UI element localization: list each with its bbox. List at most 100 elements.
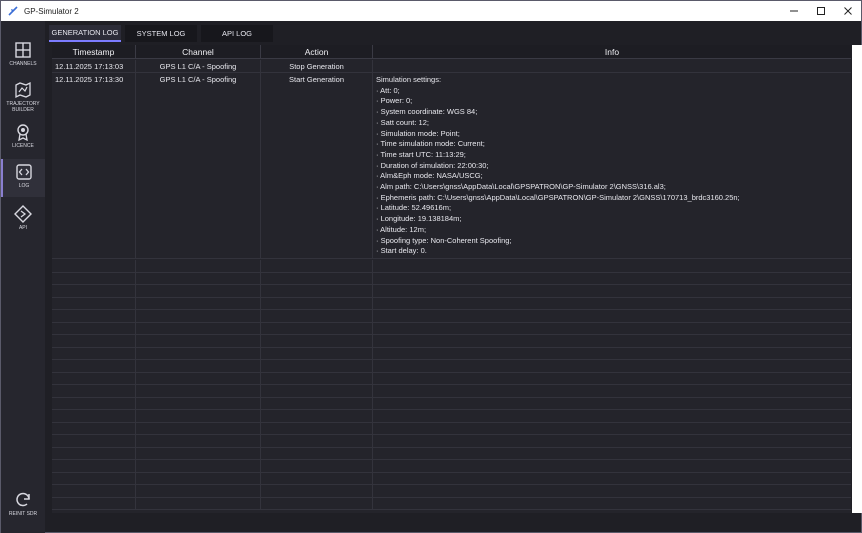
empty-cell: [261, 397, 373, 409]
empty-cell: [52, 322, 136, 334]
empty-cell: [261, 297, 373, 309]
empty-cell: [136, 360, 261, 372]
channels-icon: [15, 42, 31, 58]
empty-cell: [52, 260, 136, 272]
empty-cell: [261, 385, 373, 397]
empty-cell: [136, 497, 261, 509]
empty-cell: [52, 372, 136, 384]
maximize-button[interactable]: [807, 1, 835, 21]
empty-table-row: [52, 297, 851, 310]
column-header-channel[interactable]: Channel: [136, 45, 261, 59]
close-button[interactable]: [834, 1, 862, 21]
log-tabs: GENERATION LOG SYSTEM LOG API LOG: [49, 25, 277, 42]
sidebar-item-channels[interactable]: CHANNELS: [1, 37, 45, 75]
sidebar-item-trajectory-builder[interactable]: TRAJECTORY BUILDER: [1, 77, 45, 115]
empty-cell: [136, 285, 261, 297]
empty-cell: [52, 297, 136, 309]
sidebar-item-log[interactable]: LOG: [1, 159, 45, 197]
empty-table-row: [52, 322, 851, 335]
info-line: · Alm path: C:\Users\gnss\AppData\Local\…: [376, 182, 666, 192]
empty-cell: [52, 285, 136, 297]
timestamp-cell: 12.11.2025 17:13:03: [52, 60, 136, 72]
info-line: · Time start UTC: 11:13:29;: [376, 149, 466, 159]
empty-table-row: [52, 310, 851, 323]
info-line: · Att: 0;: [376, 85, 400, 95]
empty-cell: [136, 335, 261, 347]
sidebar-item-api[interactable]: API: [1, 201, 45, 239]
tab-system-log[interactable]: SYSTEM LOG: [125, 25, 197, 42]
empty-cell: [52, 435, 136, 447]
empty-cell: [136, 272, 261, 284]
reinit-sdr-button[interactable]: REINIT SDR: [1, 487, 45, 525]
empty-cell: [136, 322, 261, 334]
sidebar: CHANNELS TRAJECTORY BUILDER LICENCE LOG …: [1, 21, 45, 533]
info-line: · Alm&Eph mode: NASA/USCG;: [376, 171, 483, 181]
timestamp-cell: 12.11.2025 17:13:30: [52, 73, 136, 258]
column-header-info[interactable]: Info: [373, 45, 851, 59]
info-line: Simulation settings:: [376, 75, 442, 84]
empty-cell: [261, 422, 373, 434]
empty-cell: [52, 447, 136, 459]
log-icon: [16, 164, 32, 180]
minimize-button[interactable]: [780, 1, 808, 21]
table-header: Timestamp Channel Action Info: [52, 45, 851, 59]
empty-cell: [136, 485, 261, 497]
info-line: · Simulation mode: Point;: [376, 128, 460, 138]
sidebar-item-licence[interactable]: LICENCE: [1, 119, 45, 157]
empty-cell: [136, 397, 261, 409]
reinit-sdr-label: REINIT SDR: [8, 511, 38, 517]
empty-cell: [261, 285, 373, 297]
tab-api-log[interactable]: API LOG: [201, 25, 273, 42]
empty-table-row: [52, 410, 851, 423]
vertical-scrollbar[interactable]: [852, 45, 862, 513]
empty-cell: [136, 260, 261, 272]
empty-cell: [136, 422, 261, 434]
empty-table-row: [52, 485, 851, 498]
column-header-action[interactable]: Action: [261, 45, 373, 59]
empty-cell: [261, 372, 373, 384]
empty-cell: [136, 460, 261, 472]
empty-cell: [136, 310, 261, 322]
tab-generation-log[interactable]: GENERATION LOG: [49, 25, 121, 42]
empty-table-row: [52, 335, 851, 348]
empty-cell: [136, 385, 261, 397]
empty-cell: [136, 472, 261, 484]
info-line: · Start delay: 0.: [376, 246, 427, 256]
empty-cell: [136, 347, 261, 359]
empty-cell: [52, 385, 136, 397]
channel-cell: GPS L1 C/A - Spoofing: [136, 60, 261, 72]
empty-cell: [261, 260, 373, 272]
empty-cell: [52, 335, 136, 347]
info-line: · Duration of simulation: 22:00:30;: [376, 160, 489, 170]
column-header-timestamp[interactable]: Timestamp: [52, 45, 136, 59]
empty-table-row: [52, 360, 851, 373]
empty-cell: [136, 410, 261, 422]
licence-icon: [17, 124, 29, 141]
empty-cell: [52, 422, 136, 434]
empty-cell: [136, 435, 261, 447]
empty-cell: [261, 410, 373, 422]
empty-cell: [136, 297, 261, 309]
info-line: · Spoofing type: Non-Coherent Spoofing;: [376, 235, 512, 245]
info-cell: Simulation settings: · Att: 0; · Power: …: [373, 73, 851, 258]
empty-table-row: [52, 385, 851, 398]
info-line: · Altitude: 12m;: [376, 224, 427, 234]
info-line: · Satt count: 12;: [376, 117, 429, 127]
info-line: · Time simulation mode: Current;: [376, 139, 485, 149]
empty-cell: [52, 497, 136, 509]
empty-cell: [261, 485, 373, 497]
table-row[interactable]: 12.11.2025 17:13:03 GPS L1 C/A - Spoofin…: [52, 60, 851, 73]
empty-table-row: [52, 472, 851, 485]
info-line: · System coordinate: WGS 84;: [376, 107, 478, 117]
empty-cell: [52, 472, 136, 484]
empty-cell: [52, 310, 136, 322]
sidebar-item-label: API: [18, 225, 28, 231]
empty-table-row: [52, 372, 851, 385]
empty-cell: [52, 347, 136, 359]
sidebar-item-label: CHANNELS: [9, 61, 37, 67]
table-row[interactable]: 12.11.2025 17:13:30 GPS L1 C/A - Spoofin…: [52, 73, 851, 259]
info-line: · Power: 0;: [376, 96, 413, 106]
info-line: · Longitude: 19.138184m;: [376, 214, 462, 224]
empty-table-row: [52, 285, 851, 298]
refresh-icon: [16, 492, 30, 507]
